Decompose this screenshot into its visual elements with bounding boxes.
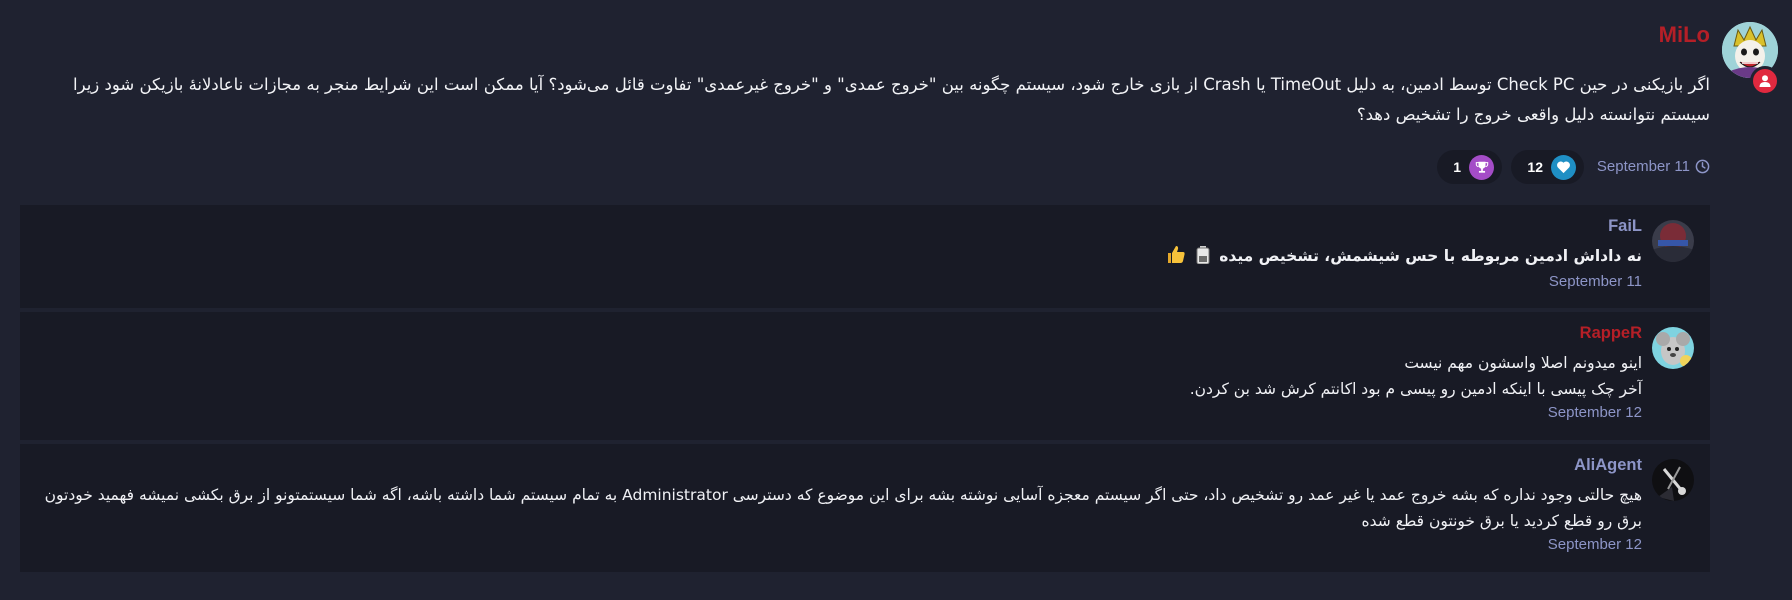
reply-card: AliAgent هیچ حالتی وجود نداره که بشه خرو… bbox=[20, 444, 1710, 572]
battery-icon bbox=[1196, 246, 1210, 272]
post-body-text: اگر بازیکنی در حین Check PC توسط ادمین، … bbox=[73, 75, 1710, 124]
avatar[interactable] bbox=[1652, 327, 1694, 369]
reply-author-name[interactable]: RappeR bbox=[1580, 324, 1642, 343]
user-badge-icon bbox=[1750, 66, 1780, 96]
reply-line: نه داداش ادمین مربوطه با حس شیشمش، تشخیص… bbox=[1219, 247, 1642, 265]
trophy-reaction-button[interactable]: 1 bbox=[1437, 150, 1502, 184]
reply-body-text: نه داداش ادمین مربوطه با حس شیشمش، تشخیص… bbox=[42, 243, 1642, 272]
reply-body-text: هیچ حالتی وجود نداره که بشه خروج عمد یا … bbox=[42, 482, 1642, 534]
clock-icon bbox=[1695, 159, 1710, 174]
heart-reaction-count: 12 bbox=[1527, 159, 1543, 175]
trophy-reaction-count: 1 bbox=[1453, 159, 1461, 175]
reply-card: RappeR اینو میدونم اصلا واسشون مهم نیست … bbox=[20, 312, 1710, 440]
heart-icon bbox=[1551, 154, 1576, 180]
reply-timestamp[interactable]: September 12 bbox=[1548, 404, 1642, 421]
reply-timestamp[interactable]: September 12 bbox=[1548, 536, 1642, 553]
topic-post: MiLo اگر بازیکنی در حین Check PC توسط اد… bbox=[0, 0, 1792, 200]
avatar[interactable] bbox=[1652, 459, 1694, 501]
trophy-icon bbox=[1469, 154, 1494, 180]
reply-card: FaiL نه داداش ادمین مربوطه با حس شیشمش، … bbox=[20, 205, 1710, 308]
reply-author-name[interactable]: FaiL bbox=[1608, 217, 1642, 236]
reply-line: آخر چک پیسی با اینکه ادمین رو پیسی م بود… bbox=[1189, 380, 1642, 398]
post-time-label: September 11 bbox=[1596, 158, 1690, 175]
reply-line: هیچ حالتی وجود نداره که بشه خروج عمد یا … bbox=[44, 486, 1642, 530]
reply-line: اینو میدونم اصلا واسشون مهم نیست bbox=[1404, 354, 1642, 372]
avatar[interactable] bbox=[1652, 220, 1694, 262]
thumbs-up-icon bbox=[1166, 244, 1186, 272]
reply-timestamp[interactable]: September 11 bbox=[1549, 273, 1642, 290]
reply-author-name[interactable]: AliAgent bbox=[1574, 456, 1642, 475]
post-author-name[interactable]: MiLo bbox=[1659, 22, 1710, 48]
post-timestamp[interactable]: September 11 bbox=[1597, 158, 1710, 175]
reply-body-text: اینو میدونم اصلا واسشون مهم نیست آخر چک … bbox=[42, 350, 1642, 402]
heart-reaction-button[interactable]: 12 bbox=[1511, 150, 1584, 184]
